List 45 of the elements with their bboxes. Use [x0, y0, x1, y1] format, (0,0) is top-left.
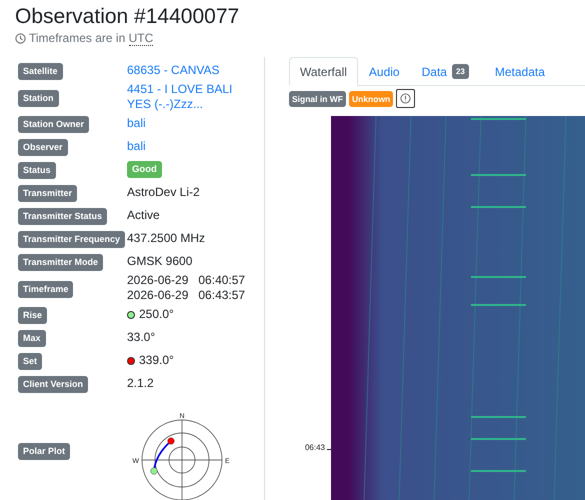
tab[interactable]: Metadata — [480, 57, 556, 86]
field-label: Timeframe — [18, 280, 74, 298]
field-label: Polar Plot — [18, 442, 70, 460]
status-badge: Good — [127, 161, 162, 178]
field-label: Status — [18, 162, 56, 179]
value-link[interactable]: 68635 - CANVAS — [127, 63, 220, 78]
field-value: 33.0° — [127, 330, 156, 345]
page-title: Observation #14400077 — [15, 4, 240, 30]
field-label: Transmitter Frequency — [18, 231, 126, 248]
value-link[interactable]: bali — [127, 139, 146, 154]
tab[interactable]: Waterfall — [289, 57, 358, 86]
field-label: Station Owner — [18, 116, 90, 133]
field-value: AstroDev Li-2 — [127, 185, 200, 200]
field-label: Client Version — [18, 376, 88, 393]
clock-icon — [15, 32, 26, 44]
axis-label: 06:43 — [304, 443, 325, 452]
field-value: 250.0° — [139, 307, 174, 322]
field-value: 2026-06-29 06:43:57 — [127, 288, 246, 303]
field-label: Set — [18, 353, 42, 370]
count-badge: 23 — [452, 64, 469, 79]
tag-label: Signal in WF — [289, 90, 346, 106]
utc-abbreviation[interactable]: UTC — [128, 31, 154, 46]
field-value: Active — [127, 208, 160, 223]
field-value: 2.1.2 — [127, 376, 154, 391]
tag-label: Unknown — [349, 90, 394, 106]
info-icon — [400, 93, 412, 104]
field-value: 2026-06-29 06:40:57 — [127, 273, 246, 288]
field-label: Max — [18, 330, 46, 347]
field-label: Station — [18, 90, 58, 106]
tab[interactable]: Data 23 — [410, 57, 480, 86]
timezone-note: Timeframes are in UTC — [29, 31, 154, 45]
field-value: 339.0° — [139, 353, 174, 368]
field-label: Rise — [18, 307, 48, 324]
field-value: GMSK 9600 — [127, 254, 192, 269]
field-label: Transmitter — [18, 185, 78, 202]
field-label: Observer — [18, 139, 68, 156]
field-label: Satellite — [18, 63, 63, 80]
info-button[interactable] — [396, 89, 416, 108]
field-label: Transmitter Mode — [18, 254, 104, 271]
value-link[interactable]: 4451 - I LOVE BALI YES (-.-)Zzz... — [127, 82, 232, 112]
value-link[interactable]: bali — [127, 116, 146, 131]
field-label: Transmitter Status — [18, 208, 108, 225]
tab[interactable]: Audio — [358, 57, 411, 86]
field-value: 437.2500 MHz — [127, 231, 206, 246]
tick-mark — [327, 449, 331, 450]
